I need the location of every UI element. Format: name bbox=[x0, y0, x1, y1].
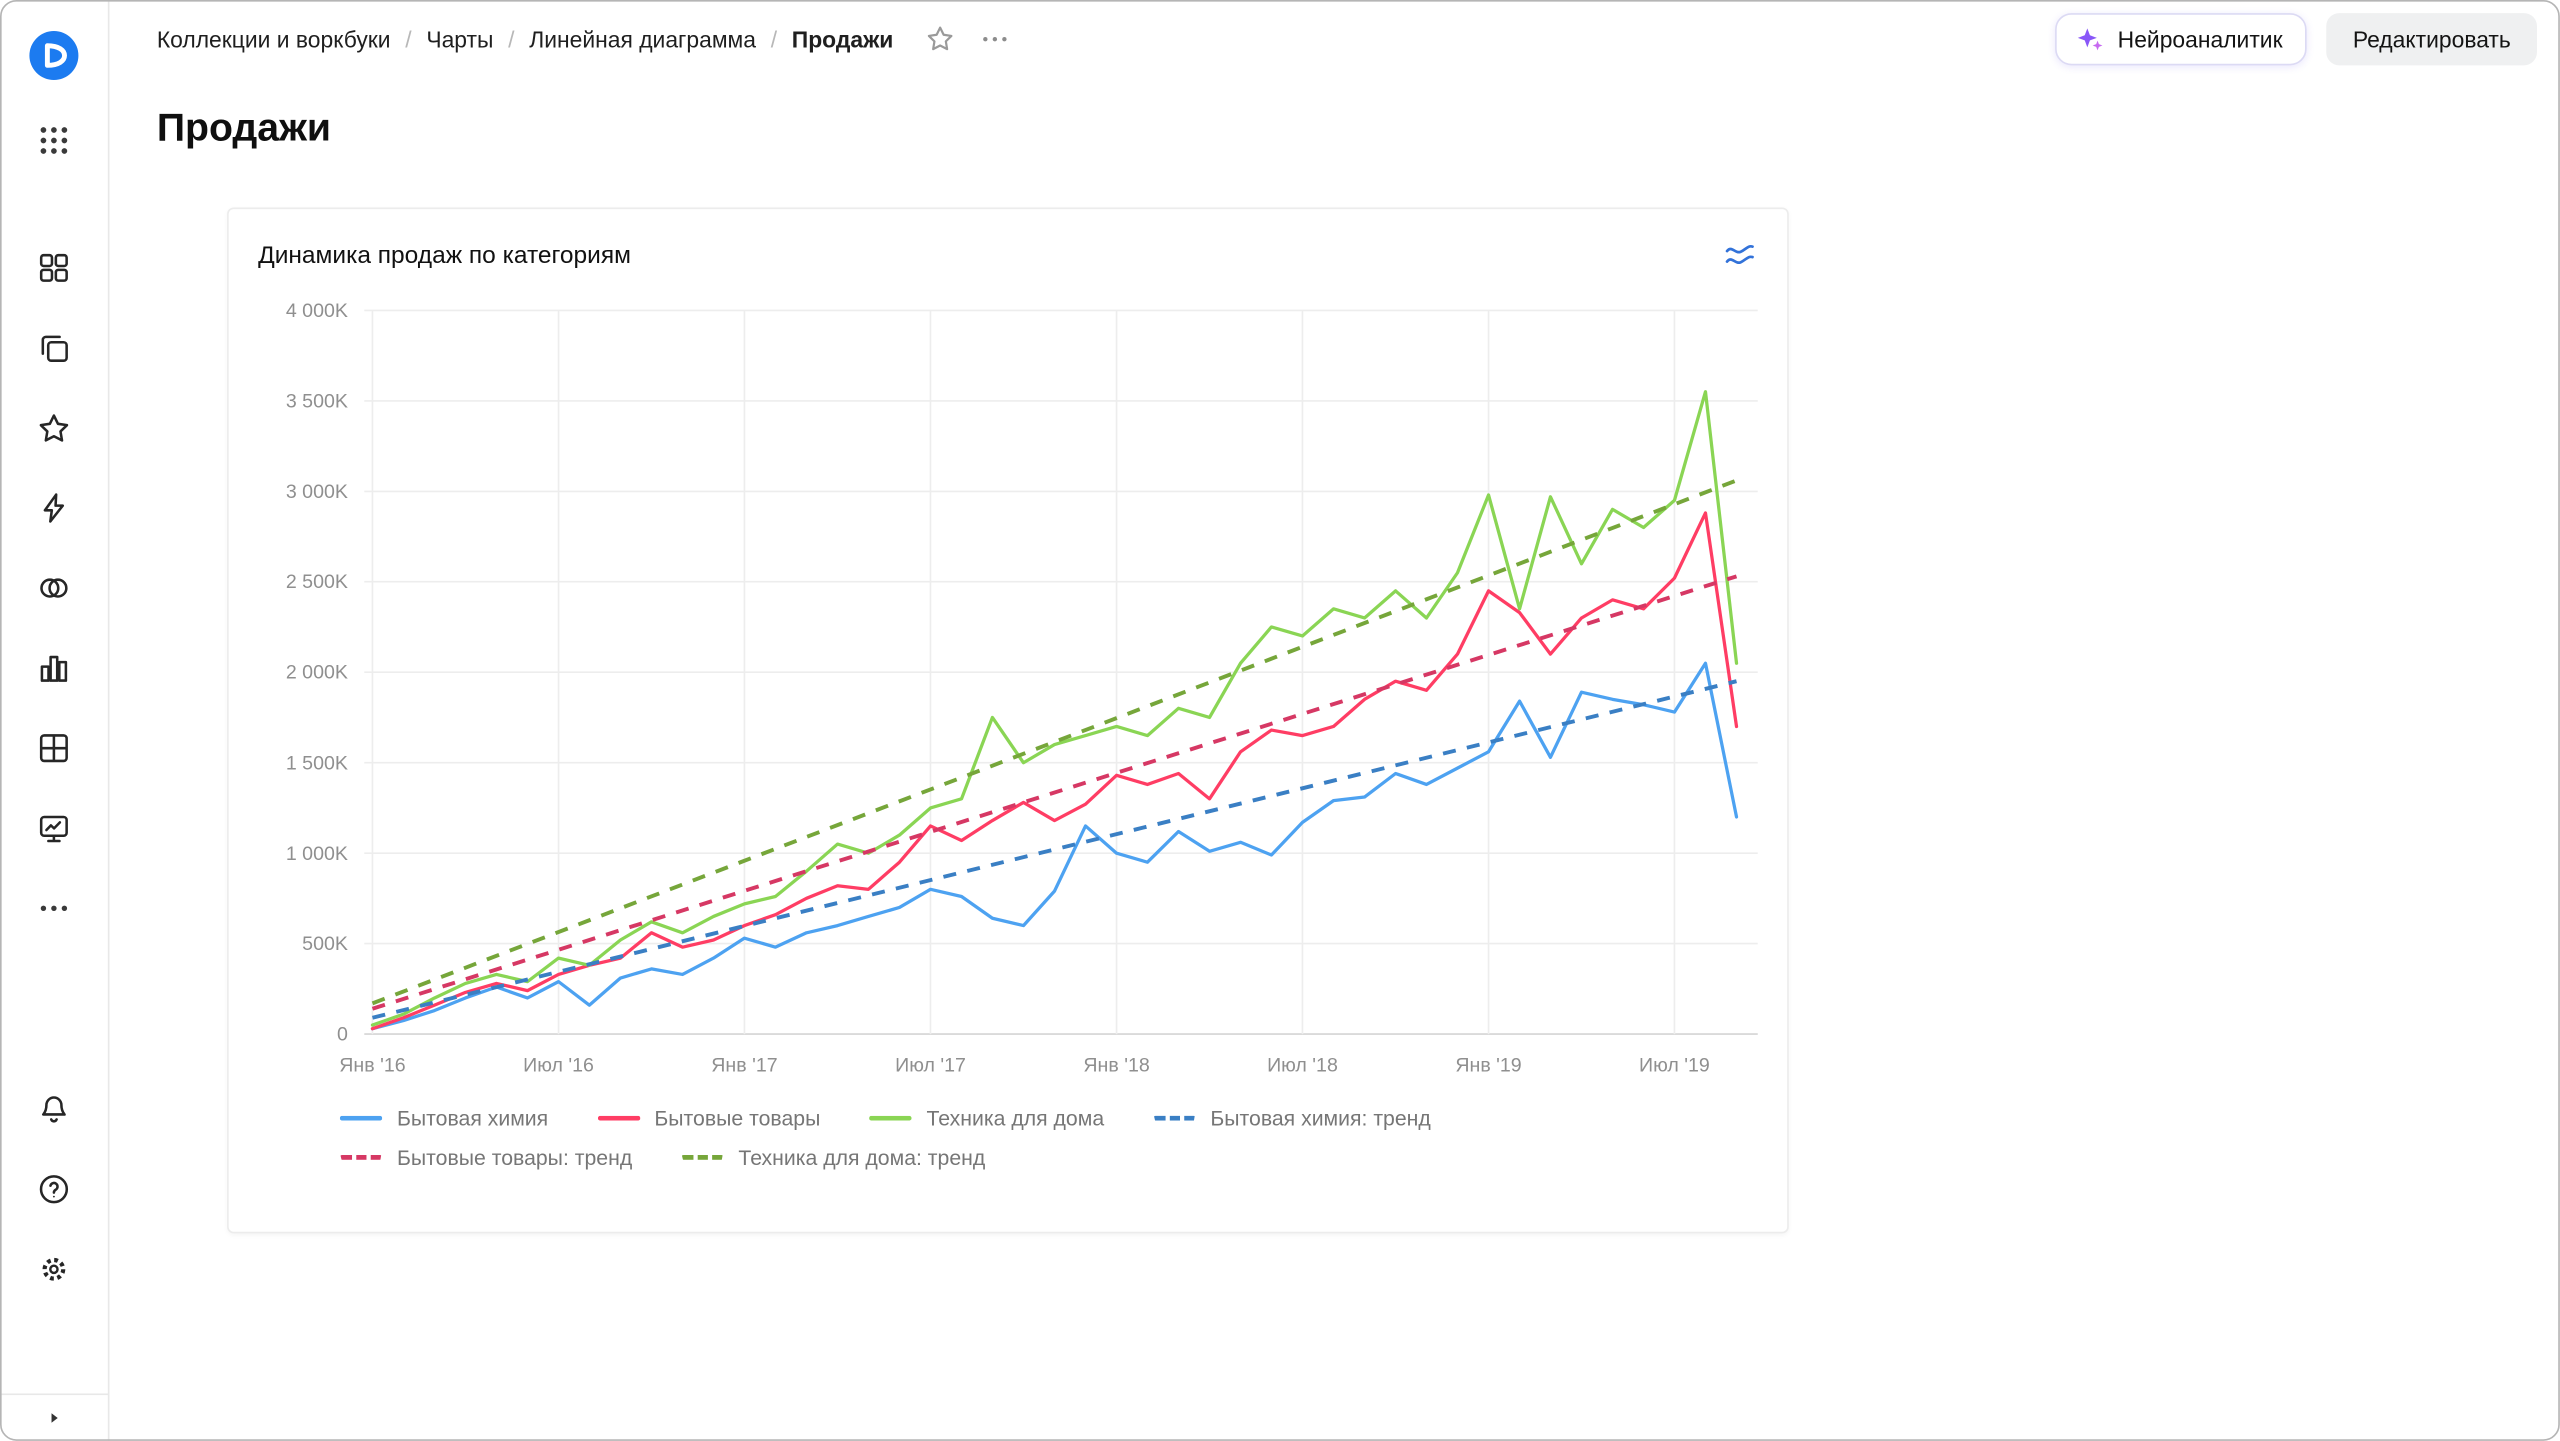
sidebar-item-favorites[interactable] bbox=[18, 392, 90, 464]
y-axis-label: 0 bbox=[337, 1024, 348, 1046]
chart-legend: Бытовая химия Бытовые товары Техника для д… bbox=[340, 1106, 1729, 1170]
x-axis-label: Июл '18 bbox=[1267, 1055, 1338, 1077]
x-axis-label: Июл '16 bbox=[523, 1055, 594, 1077]
notifications-bell-icon bbox=[36, 1091, 72, 1127]
y-axis-label: 3 500K bbox=[286, 390, 348, 412]
sidebar-item-tiles[interactable] bbox=[18, 232, 90, 304]
chart-card-header: Динамика продаж по категориям bbox=[258, 232, 1758, 278]
chart-card: Динамика продаж по категориям 0 500K 1 000… bbox=[227, 207, 1789, 1233]
services-grid-icon bbox=[36, 123, 72, 159]
sidebar bbox=[0, 0, 109, 1441]
legend-item[interactable]: Техника для дома: тренд bbox=[681, 1145, 985, 1170]
sales-line-chart[interactable]: 0 500K 1 000K 1 500K 2 000K 2 500K 3 000K 3 500… bbox=[258, 284, 1761, 1088]
services-grid-button[interactable] bbox=[18, 105, 90, 177]
legend-item[interactable]: Бытовая химия: тренд bbox=[1153, 1106, 1431, 1131]
legend-item[interactable]: Техника для дома bbox=[869, 1106, 1104, 1131]
sidebar-item-charts[interactable] bbox=[18, 632, 90, 704]
legend-label: Бытовая химия bbox=[397, 1106, 548, 1131]
legend-swatch bbox=[1153, 1116, 1195, 1121]
y-axis-label: 1 500K bbox=[286, 752, 348, 774]
topbar: Коллекции и воркбуки / Чарты / Линейная … bbox=[109, 0, 2559, 77]
help-question-icon bbox=[36, 1171, 72, 1207]
breadcrumb-separator: / bbox=[508, 25, 514, 51]
favorite-toggle-button[interactable] bbox=[924, 23, 955, 54]
gallery-monitor-icon bbox=[36, 810, 72, 846]
series-line bbox=[372, 513, 1736, 1029]
x-axis-label: Янв '19 bbox=[1455, 1055, 1521, 1077]
breadcrumb-current: Продажи bbox=[792, 25, 894, 51]
x-axis-label: Янв '18 bbox=[1083, 1055, 1149, 1077]
breadcrumb-separator: / bbox=[771, 25, 777, 51]
datalens-logo-icon bbox=[28, 29, 80, 81]
main-area: Коллекции и воркбуки / Чарты / Линейная … bbox=[109, 0, 2559, 1441]
sidebar-collapse-button[interactable] bbox=[0, 1393, 109, 1440]
legend-label: Бытовые товары: тренд bbox=[397, 1145, 632, 1170]
workbooks-icon bbox=[36, 330, 72, 366]
favorite-star-icon bbox=[924, 23, 955, 54]
sidebar-item-settings[interactable] bbox=[18, 1233, 90, 1305]
edit-button-label: Редактировать bbox=[2353, 25, 2511, 51]
charts-bars-icon bbox=[36, 650, 72, 686]
more-dots-icon bbox=[36, 890, 72, 926]
series-line bbox=[372, 663, 1736, 1028]
legend-item[interactable]: Бытовая химия bbox=[340, 1106, 548, 1131]
breadcrumb-line-chart[interactable]: Линейная диаграмма bbox=[529, 25, 756, 51]
x-axis-label: Янв '17 bbox=[711, 1055, 777, 1077]
legend-label: Бытовые товары bbox=[654, 1106, 820, 1131]
legend-swatch bbox=[681, 1155, 723, 1160]
legend-swatch bbox=[869, 1116, 911, 1121]
y-axis-label: 1 000K bbox=[286, 843, 348, 865]
datalens-logo[interactable] bbox=[18, 20, 90, 92]
area-chart-icon bbox=[1722, 237, 1758, 273]
sidebar-item-more[interactable] bbox=[18, 872, 90, 944]
breadcrumb-charts[interactable]: Чарты bbox=[426, 25, 493, 51]
legend-label: Бытовая химия: тренд bbox=[1210, 1106, 1430, 1131]
y-axis-label: 3 000K bbox=[286, 481, 348, 503]
sidebar-item-notifications[interactable] bbox=[18, 1073, 90, 1145]
series-line bbox=[372, 392, 1736, 1025]
settings-gear-icon bbox=[36, 1251, 72, 1287]
favorites-star-icon bbox=[36, 410, 72, 446]
legend-swatch bbox=[340, 1116, 382, 1121]
y-axis-label: 2 000K bbox=[286, 662, 348, 684]
chart-title: Динамика продаж по категориям bbox=[258, 241, 631, 269]
sidebar-item-gallery[interactable] bbox=[18, 792, 90, 864]
datasets-circles-icon bbox=[36, 570, 72, 606]
sidebar-item-help[interactable] bbox=[18, 1153, 90, 1225]
breadcrumb-collections[interactable]: Коллекции и воркбуки bbox=[157, 25, 391, 51]
breadcrumb-separator: / bbox=[405, 25, 411, 51]
legend-item[interactable]: Бытовые товары bbox=[597, 1106, 820, 1131]
topbar-actions: Нейроаналитик Редактировать bbox=[2056, 12, 2537, 64]
legend-item[interactable]: Бытовые товары: тренд bbox=[340, 1145, 632, 1170]
y-axis-label: 2 500K bbox=[286, 571, 348, 593]
chart-type-indicator bbox=[1722, 237, 1758, 273]
y-axis-label: 4 000K bbox=[286, 300, 348, 322]
sparkle-icon bbox=[2074, 22, 2107, 55]
sidebar-item-workbooks[interactable] bbox=[18, 312, 90, 384]
datalens-app: Коллекции и воркбуки / Чарты / Линейная … bbox=[0, 0, 2560, 1441]
sidebar-item-connections[interactable] bbox=[18, 472, 90, 544]
sidebar-item-datasets[interactable] bbox=[18, 552, 90, 624]
breadcrumb: Коллекции и воркбуки / Чарты / Линейная … bbox=[157, 22, 1011, 55]
neuro-analyst-button[interactable]: Нейроаналитик bbox=[2056, 12, 2307, 64]
collapse-arrow-icon bbox=[42, 1407, 65, 1430]
ellipsis-icon bbox=[978, 22, 1011, 55]
edit-button[interactable]: Редактировать bbox=[2327, 12, 2537, 64]
x-axis-label: Июл '19 bbox=[1639, 1055, 1710, 1077]
legend-label: Техника для дома bbox=[927, 1106, 1105, 1131]
legend-label: Техника для дома: тренд bbox=[738, 1145, 985, 1170]
neuro-analyst-label: Нейроаналитик bbox=[2118, 25, 2283, 51]
y-axis-label: 500K bbox=[302, 933, 348, 955]
page-title: Продажи bbox=[157, 103, 2560, 155]
sidebar-item-dashboards[interactable] bbox=[18, 712, 90, 784]
entry-menu-button[interactable] bbox=[978, 22, 1011, 55]
connections-bolt-icon bbox=[36, 490, 72, 526]
x-axis-label: Июл '17 bbox=[895, 1055, 966, 1077]
dashboards-grid-icon bbox=[36, 730, 72, 766]
legend-swatch bbox=[597, 1116, 639, 1121]
tiles-icon bbox=[36, 250, 72, 286]
x-axis-label: Янв '16 bbox=[339, 1055, 405, 1077]
legend-swatch bbox=[340, 1155, 382, 1160]
